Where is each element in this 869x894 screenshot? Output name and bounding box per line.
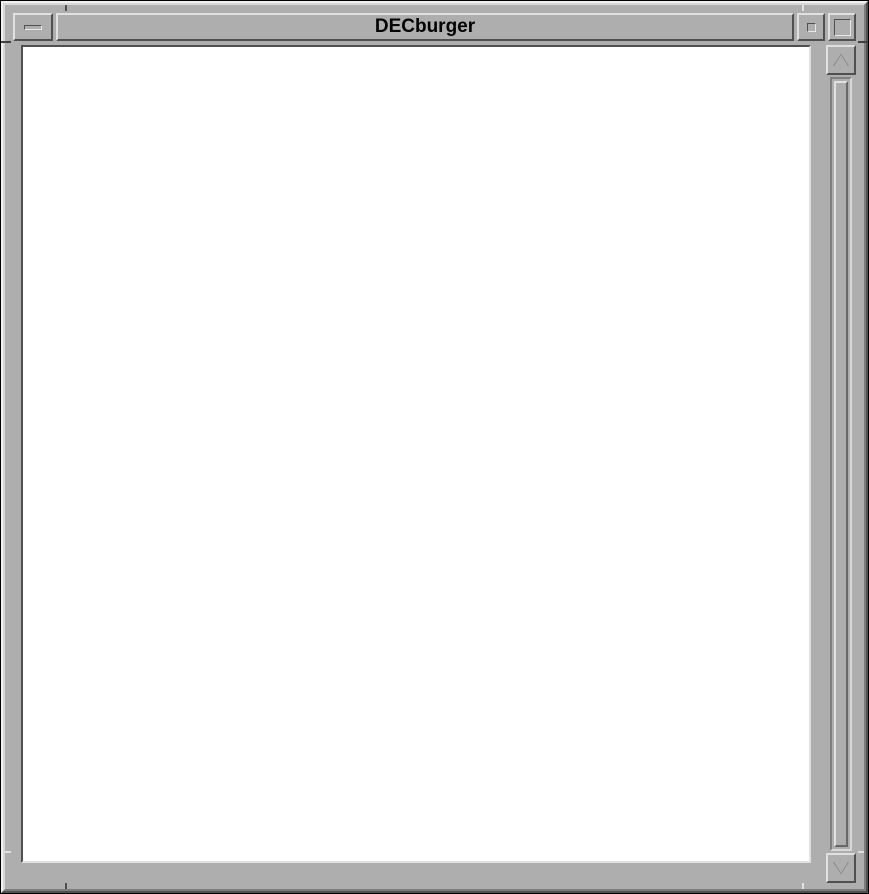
resize-handle-top[interactable] xyxy=(5,5,67,11)
maximize-icon xyxy=(834,19,851,36)
resize-handle-right[interactable] xyxy=(858,5,864,43)
resize-handle-left[interactable] xyxy=(5,851,11,889)
window-menu-icon xyxy=(24,25,42,30)
titlebar: DECburger xyxy=(13,13,856,41)
vertical-scrollbar xyxy=(826,45,856,883)
resize-handle-bottom[interactable] xyxy=(5,883,67,889)
minimize-button[interactable] xyxy=(797,13,825,41)
arrow-down-icon xyxy=(833,862,849,874)
maximize-button[interactable] xyxy=(828,13,856,41)
content-area xyxy=(21,45,811,863)
resize-handle-top[interactable] xyxy=(802,5,864,11)
minimize-icon xyxy=(807,23,816,32)
arrow-up-icon xyxy=(833,54,849,66)
window-menu-button[interactable] xyxy=(13,13,53,41)
scroll-down-button[interactable] xyxy=(826,853,856,883)
scrollbar-track[interactable] xyxy=(830,77,852,851)
resize-handle-bottom[interactable] xyxy=(802,883,864,889)
scroll-up-button[interactable] xyxy=(826,45,856,75)
window-frame: DECburger xyxy=(0,0,869,894)
scrollbar-thumb[interactable] xyxy=(834,81,848,847)
resize-handle-left[interactable] xyxy=(5,5,11,43)
window-title[interactable]: DECburger xyxy=(56,13,794,41)
resize-handle-right[interactable] xyxy=(858,851,864,889)
